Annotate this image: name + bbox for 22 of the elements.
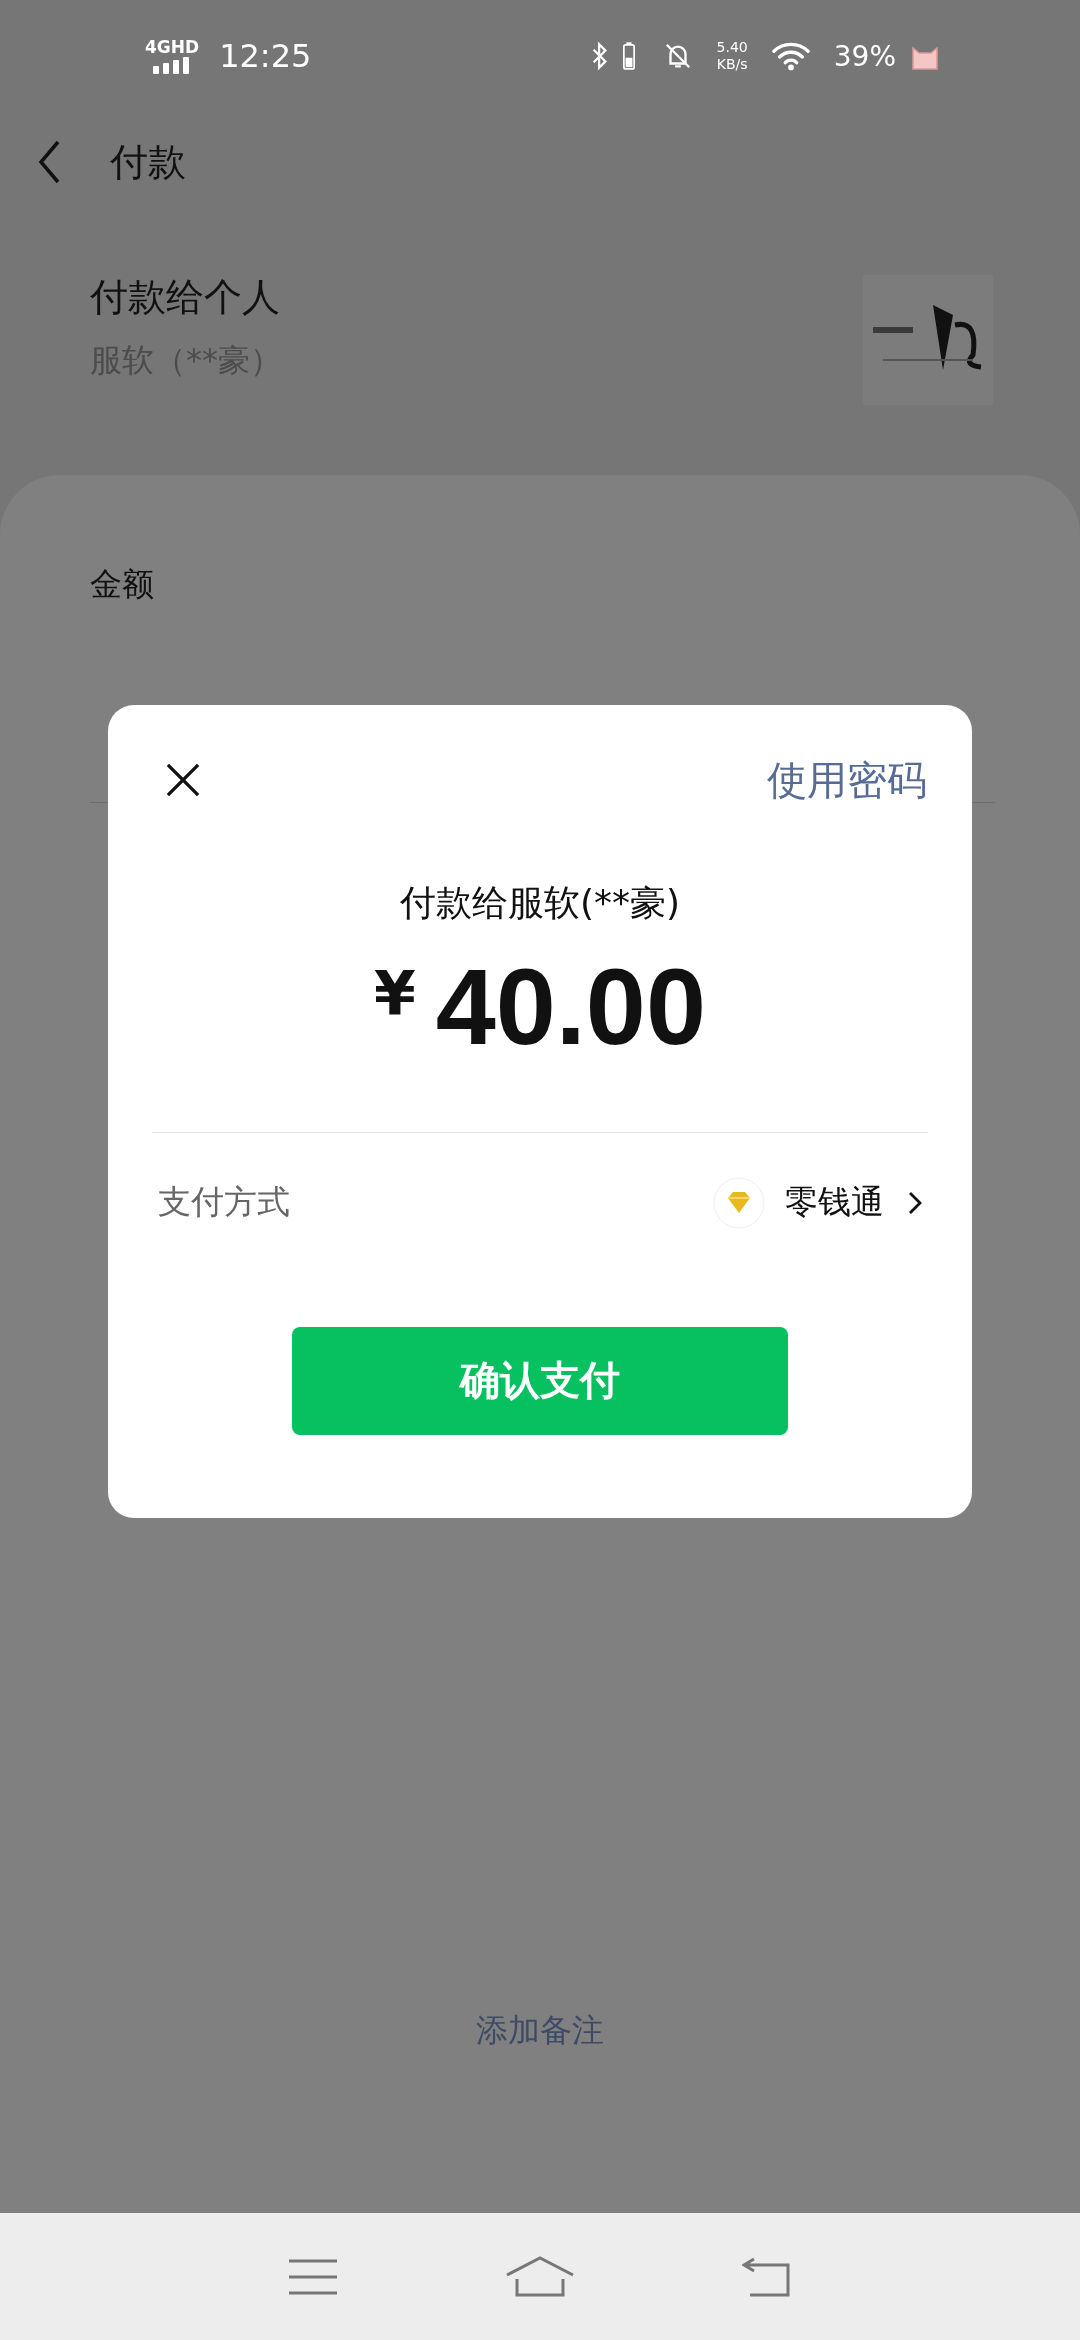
page-title: 付款: [110, 138, 186, 186]
payee-heading: 付款给个人: [90, 274, 281, 321]
close-icon[interactable]: [166, 763, 200, 797]
amount-label: 金额: [90, 564, 154, 605]
chevron-icon[interactable]: [908, 1190, 922, 1215]
home-icon[interactable]: [505, 2254, 575, 2299]
back-icon[interactable]: [38, 140, 62, 184]
battery-icon: [622, 41, 635, 71]
payment-method[interactable]: 零钱通: [785, 1180, 884, 1226]
payee-line: 付款给服软(**豪): [399, 881, 681, 925]
wifi-icon: [771, 41, 810, 71]
back-icon[interactable]: [741, 2256, 792, 2297]
battery-percent: 39%: [833, 39, 896, 73]
payment-amount: 40.00: [435, 945, 706, 1069]
speed-value: 5.40: [716, 39, 748, 56]
use-password-link[interactable]: 使用密码: [767, 752, 927, 808]
payment-method-label: 支付方式: [158, 1181, 290, 1224]
bluetooth-icon: [590, 41, 609, 71]
speed-unit: KB/s: [716, 56, 748, 73]
clock: 12:25: [219, 37, 312, 75]
network-type: 4GHD: [145, 38, 200, 56]
currency-symbol: ¥: [374, 958, 416, 1028]
